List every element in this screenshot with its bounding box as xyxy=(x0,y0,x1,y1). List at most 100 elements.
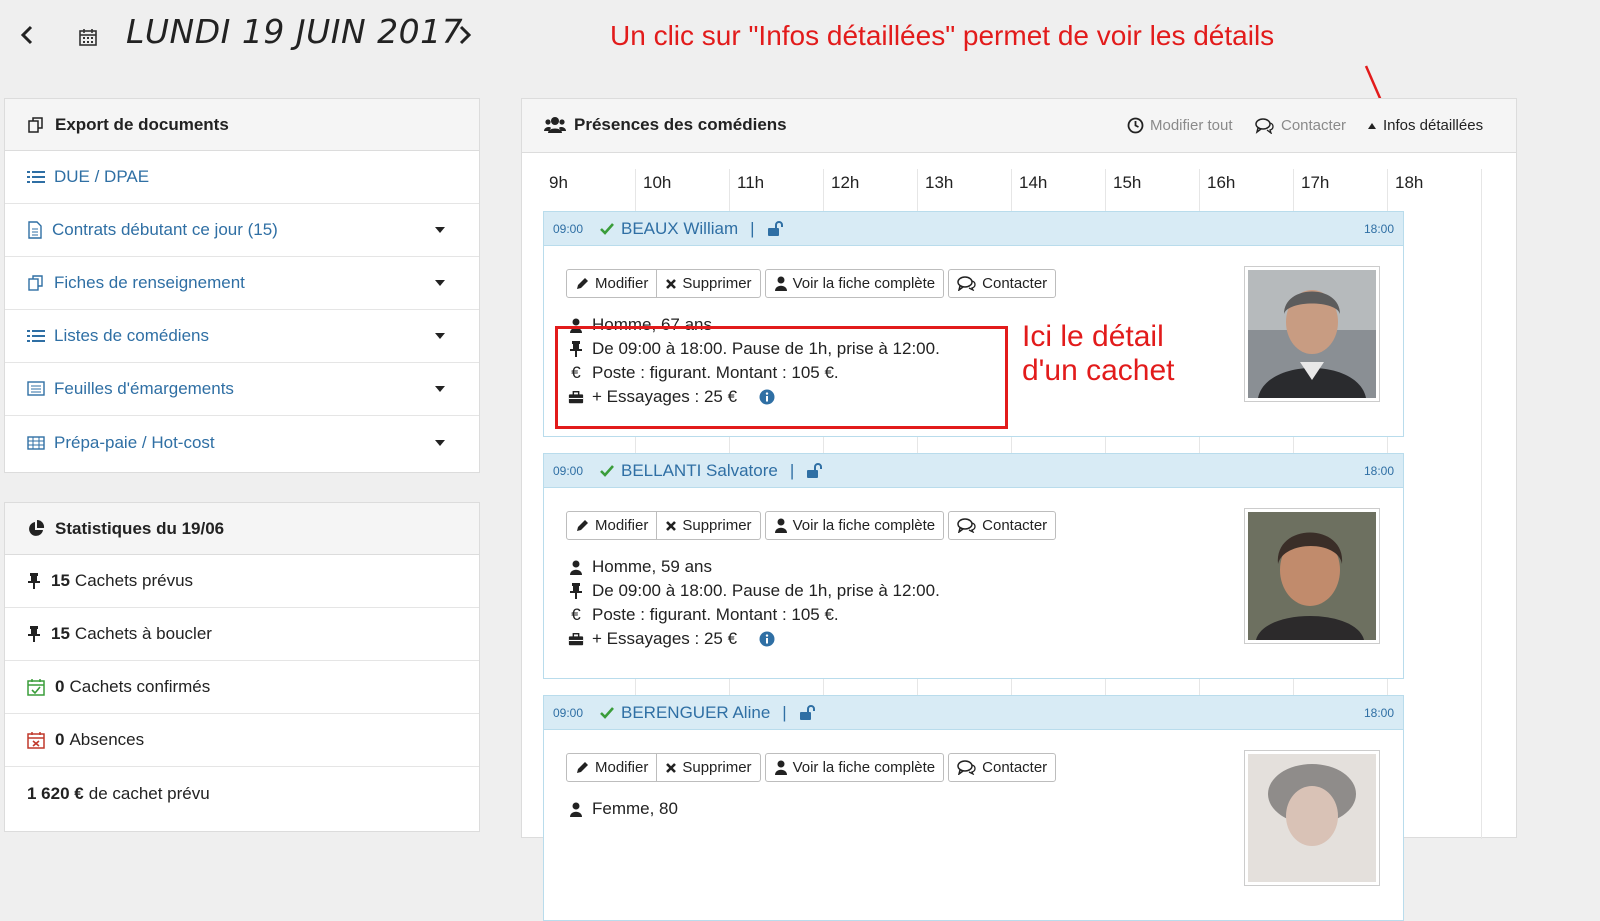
details-toggle-button[interactable]: Infos détaillées xyxy=(1367,117,1483,134)
export-item-label: DUE / DPAE xyxy=(54,167,150,186)
actor-name[interactable]: BELLANTI Salvatore xyxy=(621,461,778,481)
next-day-button[interactable] xyxy=(455,22,479,50)
calendar-x-icon xyxy=(27,732,45,749)
unlock-icon[interactable] xyxy=(799,705,817,721)
contact-all-button[interactable]: Contacter xyxy=(1255,117,1346,134)
contact-button[interactable]: Contacter xyxy=(948,511,1057,540)
delete-label: Supprimer xyxy=(682,275,752,292)
caret-down-icon[interactable] xyxy=(434,279,446,287)
actor-portrait-image xyxy=(1248,754,1376,882)
modify-label: Modifier xyxy=(595,275,649,292)
presences-title-text: Présences des comédiens xyxy=(574,115,787,134)
stat-value: 0 xyxy=(55,730,65,749)
actor-end-time: 18:00 xyxy=(1363,222,1394,236)
export-item-listes[interactable]: Listes de comédiens xyxy=(5,310,479,363)
actor-photo[interactable] xyxy=(1244,508,1380,644)
actor-start-time: 09:00 xyxy=(553,706,584,720)
table-icon xyxy=(27,435,45,450)
caret-down-icon[interactable] xyxy=(434,226,446,234)
stats-panel-header: Statistiques du 19/06 xyxy=(5,503,479,555)
view-sheet-button[interactable]: Voir la fiche complète xyxy=(764,511,945,540)
export-item-label: Feuilles d'émargements xyxy=(54,379,234,398)
pie-chart-icon xyxy=(29,519,45,536)
separator: | xyxy=(789,461,795,480)
modify-button[interactable]: Modifier xyxy=(566,511,658,540)
euro-icon: € xyxy=(571,605,581,624)
modify-button[interactable]: Modifier xyxy=(566,753,658,782)
user-icon xyxy=(570,560,582,575)
actor-photo[interactable] xyxy=(1244,750,1380,886)
actor-actions: Modifier Supprimer Voir la fiche complèt… xyxy=(566,511,1057,540)
separator: | xyxy=(782,703,787,722)
modify-label: Modifier xyxy=(595,759,649,776)
actor-name-area: BERENGUER Aline | xyxy=(599,703,823,723)
caret-down-icon[interactable] xyxy=(434,332,446,340)
hour-label: 13h xyxy=(925,173,954,192)
stat-value: 0 xyxy=(55,677,65,696)
chevron-right-icon xyxy=(459,25,472,45)
actor-card-header[interactable]: 09:00 BELLANTI Salvatore | 18:00 xyxy=(544,454,1403,488)
modify-all-button[interactable]: Modifier tout xyxy=(1127,117,1233,134)
export-item-label: Prépa-paie / Hot-cost xyxy=(54,432,215,452)
export-item-due-dpae[interactable]: DUE / DPAE xyxy=(5,151,479,204)
hour-label: 17h xyxy=(1301,173,1330,192)
actor-name[interactable]: BEAUX William xyxy=(621,219,738,239)
actor-card: 09:00 BELLANTI Salvatore | 18:00 Modifie… xyxy=(543,453,1404,679)
hour-label: 9h xyxy=(549,173,568,192)
caret-down-icon[interactable] xyxy=(434,439,446,447)
unlock-icon[interactable] xyxy=(767,221,785,237)
presences-panel: Présences des comédiens Modifier tout Co… xyxy=(521,98,1517,921)
delete-label: Supprimer xyxy=(682,759,752,776)
delete-button[interactable]: Supprimer xyxy=(657,269,761,298)
stats-panel-title: Statistiques du 19/06 xyxy=(55,518,225,538)
pencil-icon xyxy=(577,520,588,531)
hour-label: 11h xyxy=(737,173,765,192)
export-item-prepa-paie[interactable]: Prépa-paie / Hot-cost xyxy=(5,416,479,469)
check-icon xyxy=(600,707,614,719)
contact-all-label: Contacter xyxy=(1281,117,1347,134)
hour-label: 10h xyxy=(643,173,672,192)
annotation-detail: Ici le détail d'un cachet xyxy=(1022,320,1175,388)
view-sheet-button[interactable]: Voir la fiche complète xyxy=(764,753,945,782)
delete-button[interactable]: Supprimer xyxy=(657,511,761,540)
caret-down-icon[interactable] xyxy=(434,385,446,393)
hour-label: 14h xyxy=(1019,173,1048,192)
unlock-icon[interactable] xyxy=(806,463,824,479)
annotation-top: Un clic sur "Infos détaillées" permet de… xyxy=(610,20,1275,51)
actor-extra: + Essayages : 25 € xyxy=(568,629,783,649)
export-panel-title: Export de documents xyxy=(55,114,229,134)
contact-button[interactable]: Contacter xyxy=(948,269,1057,298)
info-icon[interactable] xyxy=(759,631,775,647)
hour-label: 18h xyxy=(1395,173,1424,192)
list-icon xyxy=(27,330,45,342)
hour-label: 15h xyxy=(1113,173,1142,192)
actor-photo[interactable] xyxy=(1244,266,1380,402)
actor-card-header[interactable]: 09:00 BERENGUER Aline | 18:00 xyxy=(544,696,1403,730)
actor-card-header[interactable]: 09:00 BEAUX William | 18:00 xyxy=(544,212,1403,246)
export-item-contrats[interactable]: Contrats débutant ce jour (15) xyxy=(5,204,479,257)
export-item-feuilles[interactable]: Feuilles d'émargements xyxy=(5,363,479,416)
close-icon xyxy=(666,762,677,773)
export-item-label: Contrats débutant ce jour (15) xyxy=(52,220,278,239)
actor-name[interactable]: BERENGUER Aline xyxy=(621,703,770,723)
delete-button[interactable]: Supprimer xyxy=(657,753,761,782)
stats-panel: Statistiques du 19/06 15 Cachets prévus … xyxy=(4,502,480,832)
list-icon xyxy=(27,171,45,183)
view-sheet-button[interactable]: Voir la fiche complète xyxy=(764,269,945,298)
export-item-fiches[interactable]: Fiches de renseignement xyxy=(5,257,479,310)
document-icon xyxy=(28,221,42,239)
pin-icon xyxy=(570,583,582,599)
view-sheet-label: Voir la fiche complète xyxy=(792,517,936,534)
modify-button[interactable]: Modifier xyxy=(566,269,658,298)
actor-name-area: BEAUX William | xyxy=(599,219,791,239)
previous-day-button[interactable] xyxy=(17,22,41,50)
gender-age-text: Homme, 59 ans xyxy=(592,557,712,576)
briefcase-icon xyxy=(568,632,584,645)
pencil-icon xyxy=(577,278,588,289)
stat-cachets-prevus: 15 Cachets prévus xyxy=(5,555,479,608)
actor-start-time: 09:00 xyxy=(553,222,584,236)
actor-name-area: BELLANTI Salvatore | xyxy=(599,461,830,481)
stat-value: 1 620 € xyxy=(27,783,84,803)
contact-button[interactable]: Contacter xyxy=(948,753,1057,782)
actor-gender-age: Femme, 80 xyxy=(568,799,678,819)
